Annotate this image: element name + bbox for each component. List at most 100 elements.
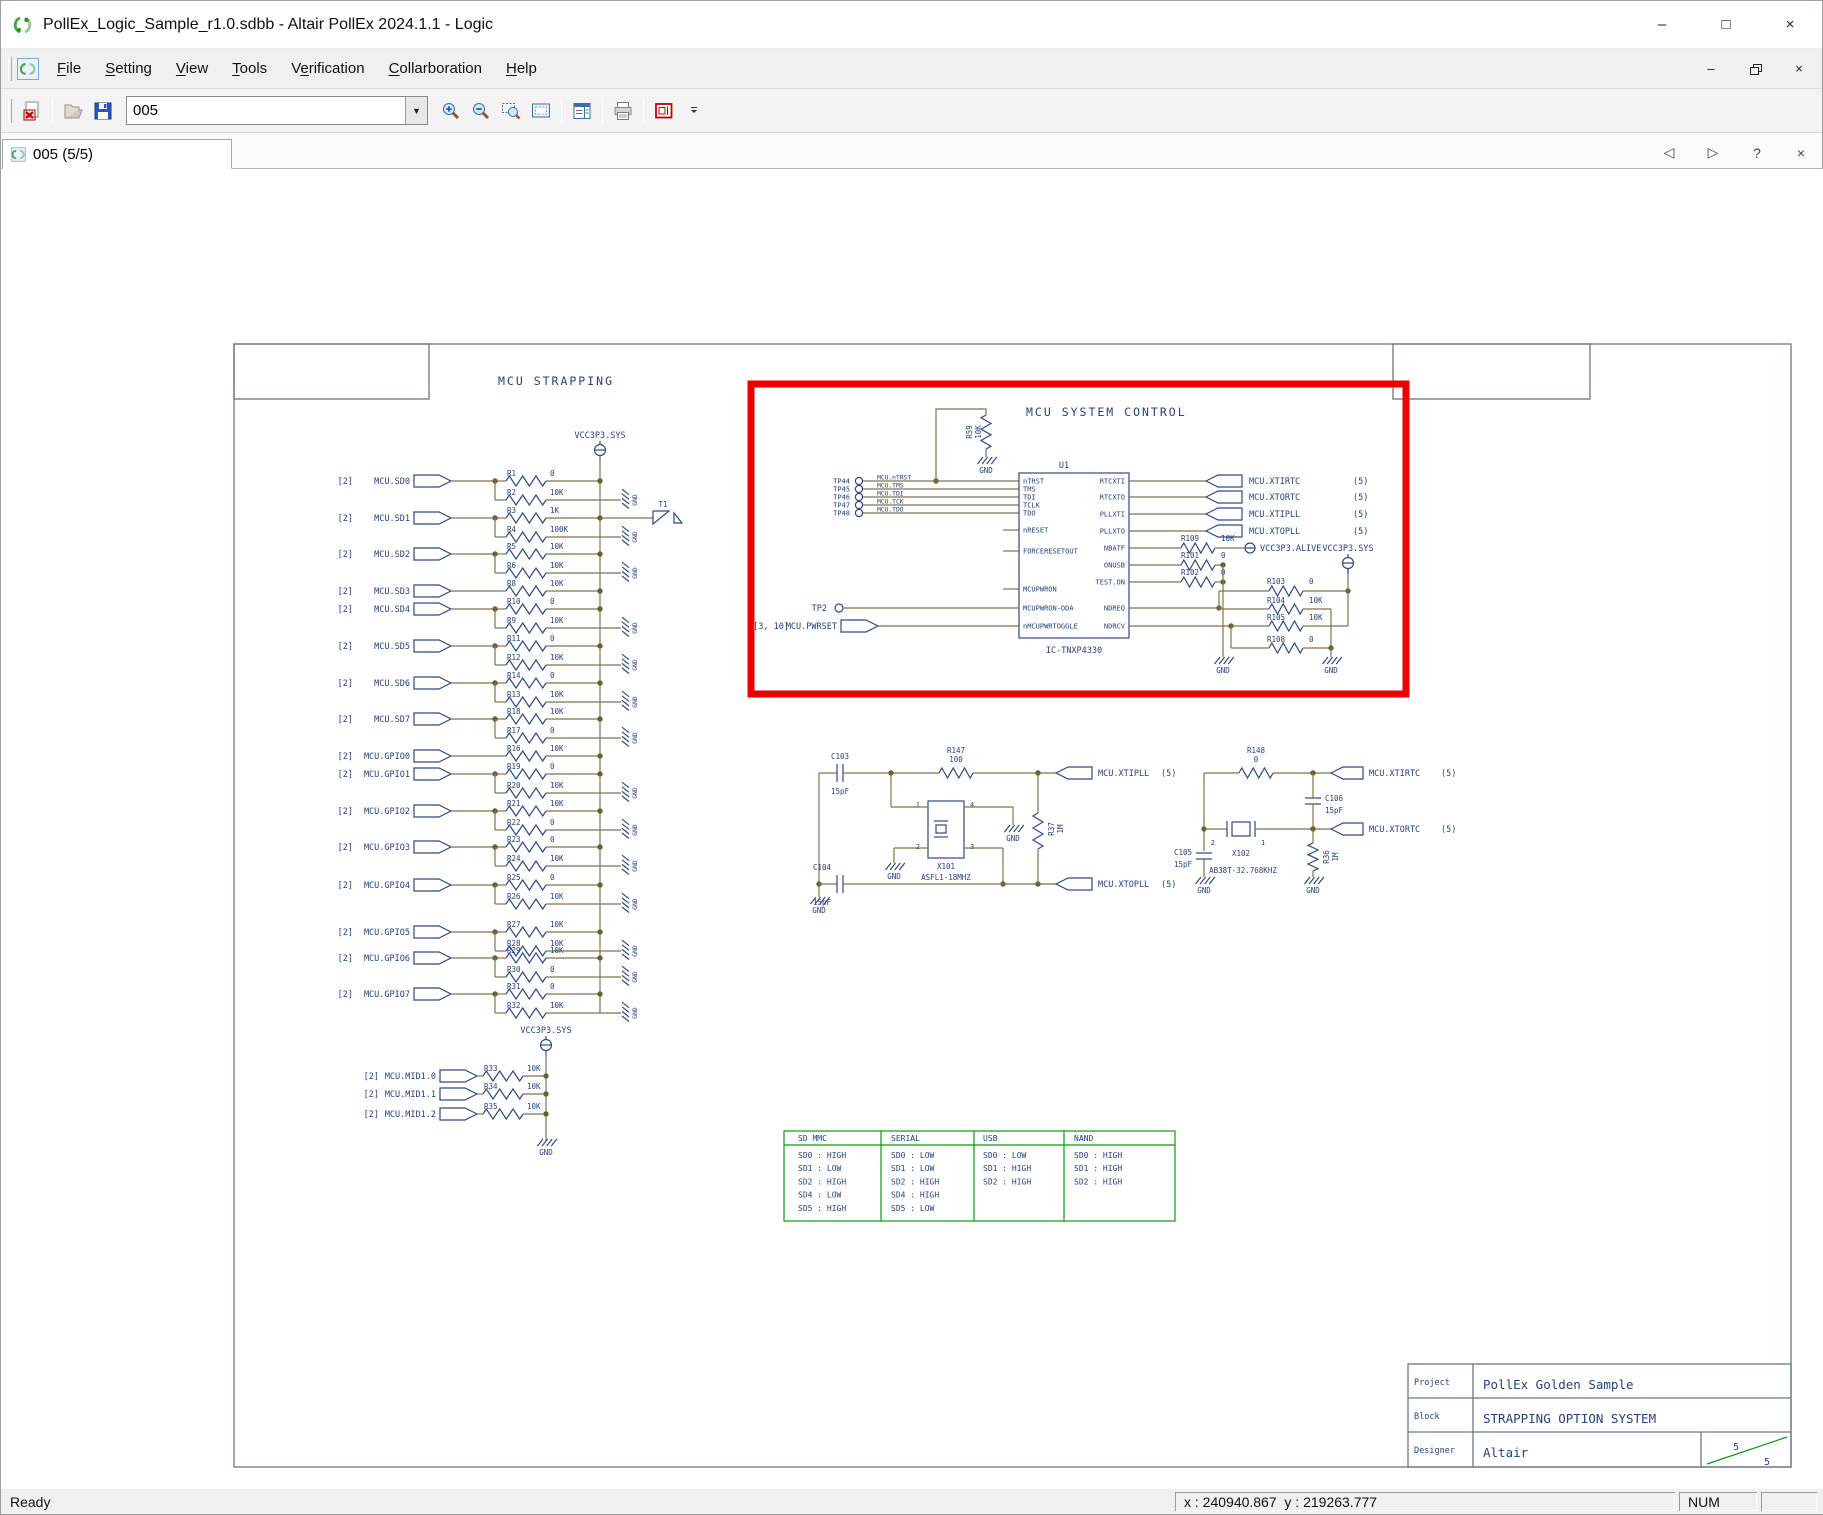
svg-text:R11: R11 — [507, 634, 521, 643]
svg-text:R24: R24 — [507, 854, 521, 863]
tab-controls: ◁ ▷? × — [1662, 144, 1808, 161]
zoom-window-button[interactable] — [496, 96, 526, 126]
help-button[interactable]: ? — [1750, 145, 1764, 161]
mdi-minimize-button[interactable]: – — [1702, 60, 1720, 78]
svg-text:[2]: [2] — [338, 679, 353, 689]
rtc-crystal-section: R1480MCU.XTIRTC(5)C10615pF21X102AB38T-32… — [1174, 746, 1456, 895]
close-view-button[interactable]: × — [1794, 145, 1808, 161]
svg-text:Designer: Designer — [1414, 1446, 1455, 1456]
svg-text:MCU.SD7: MCU.SD7 — [374, 715, 410, 725]
maximize-button[interactable]: □ — [1694, 1, 1758, 48]
svg-text:R31: R31 — [507, 982, 521, 991]
strapping-row: [2]MCU.GPIO0R1610K — [338, 744, 603, 762]
svg-text:1M: 1M — [1331, 852, 1340, 862]
menu-collarboration[interactable]: Collarboration — [377, 55, 494, 82]
menu-verification[interactable]: Verification — [279, 55, 376, 82]
menu-file[interactable]: File — [45, 55, 93, 82]
zoom-window-icon — [500, 100, 522, 122]
svg-text:GND: GND — [887, 872, 901, 881]
zoom-out-button[interactable] — [466, 96, 496, 126]
svg-text:X102: X102 — [1232, 849, 1250, 858]
design-navigator-button[interactable] — [567, 96, 597, 126]
svg-text:VCC3P3.SYS: VCC3P3.SYS — [574, 431, 625, 441]
svg-text:GND: GND — [632, 898, 639, 910]
svg-text:GND: GND — [1006, 834, 1020, 843]
svg-text:MCU.XTOPLL: MCU.XTOPLL — [1098, 880, 1149, 890]
minimize-button[interactable]: – — [1630, 1, 1694, 48]
svg-text:RTCXTI: RTCXTI — [1100, 477, 1125, 485]
strapping-row: [2]MCU.GPIO4R250GNDR2610K — [338, 873, 639, 913]
svg-text:SD2 : HIGH: SD2 : HIGH — [983, 1177, 1031, 1186]
print-icon — [612, 100, 634, 122]
page-selector[interactable]: ▼ — [126, 96, 428, 125]
svg-text:C104: C104 — [813, 863, 832, 872]
overflow-button[interactable] — [679, 96, 709, 126]
svg-text:0: 0 — [550, 873, 555, 882]
svg-text:0: 0 — [1309, 577, 1314, 586]
svg-text:(5): (5) — [1353, 477, 1368, 487]
svg-text:R16: R16 — [507, 744, 521, 753]
menu-setting[interactable]: Setting — [93, 55, 164, 82]
svg-text:GND: GND — [632, 860, 639, 872]
svg-text:MCU.GPIO2: MCU.GPIO2 — [364, 807, 410, 817]
mdi-restore-button[interactable] — [1746, 60, 1764, 78]
window-title: PollEx_Logic_Sample_r1.0.sdbb - Altair P… — [43, 16, 1630, 34]
svg-text:U1: U1 — [1059, 461, 1069, 471]
svg-text:R19: R19 — [507, 762, 521, 771]
chevron-down-icon[interactable]: ▼ — [405, 97, 427, 124]
svg-text:SD0 : HIGH: SD0 : HIGH — [798, 1151, 846, 1160]
svg-text:MCU.XTORTC: MCU.XTORTC — [1369, 825, 1420, 835]
svg-text:0: 0 — [550, 469, 555, 478]
svg-text:10K: 10K — [550, 616, 564, 625]
schematic-canvas[interactable]: MCU STRAPPINGVCC3P3.SYS[2]MCU.SD0R10GNDR… — [1, 169, 1823, 1491]
menu-help[interactable]: Help — [494, 55, 549, 82]
svg-text:[2]: [2] — [364, 1090, 379, 1100]
menu-view[interactable]: View — [164, 55, 220, 82]
svg-text:[2]: [2] — [338, 477, 353, 487]
zoom-in-button[interactable] — [436, 96, 466, 126]
page-select-input[interactable] — [127, 97, 405, 124]
toolbar: ▼ — [1, 89, 1822, 133]
print-button[interactable] — [608, 96, 638, 126]
svg-text:nMCUPWRTOGGLE: nMCUPWRTOGGLE — [1023, 622, 1078, 630]
svg-text:[2]: [2] — [338, 954, 353, 964]
svg-text:10K: 10K — [527, 1102, 541, 1111]
svg-text:IC-TNXP4330: IC-TNXP4330 — [1046, 646, 1102, 656]
svg-text:TP46: TP46 — [833, 494, 850, 502]
window-controls: –□× — [1630, 1, 1822, 48]
close-document-button[interactable] — [17, 96, 47, 126]
zoom-fit-button[interactable] — [526, 96, 556, 126]
tab-sheet-005[interactable]: 005 (5/5) — [2, 139, 232, 169]
svg-text:10K: 10K — [550, 781, 564, 790]
svg-text:SD4 : HIGH: SD4 : HIGH — [891, 1191, 939, 1200]
strapping-row: [2]MCU.SD1R31KGNDR4100K — [338, 506, 639, 546]
svg-text:R59: R59 — [965, 425, 974, 439]
next-page-button[interactable]: ▷ — [1706, 144, 1720, 161]
cursor-coordinates: x : 240940.867 y : 219263.777 — [1175, 1492, 1675, 1511]
svg-text:NDREQ: NDREQ — [1104, 604, 1125, 612]
svg-text:[2]: [2] — [338, 807, 353, 817]
tab-bar: 005 (5/5) ◁ ▷? × — [1, 133, 1822, 169]
svg-text:[2]: [2] — [338, 605, 353, 615]
close-button[interactable]: × — [1758, 1, 1822, 48]
svg-text:(5): (5) — [1353, 527, 1368, 537]
svg-text:MCU.GPIO4: MCU.GPIO4 — [364, 881, 410, 891]
capture-button[interactable] — [649, 96, 679, 126]
menu-tools[interactable]: Tools — [220, 55, 279, 82]
svg-text:GND: GND — [632, 824, 639, 836]
svg-text:nTRST: nTRST — [1023, 477, 1045, 485]
save-button[interactable] — [88, 96, 118, 126]
svg-text:MCUPWRON-ODA: MCUPWRON-ODA — [1023, 604, 1074, 612]
svg-text:MCU.SD6: MCU.SD6 — [374, 679, 410, 689]
svg-text:MCU.GPIO7: MCU.GPIO7 — [364, 990, 410, 1000]
schematic-viewport[interactable]: MCU STRAPPINGVCC3P3.SYS[2]MCU.SD0R10GNDR… — [1, 169, 1823, 1491]
svg-text:[2]: [2] — [338, 770, 353, 780]
prev-page-button[interactable]: ◁ — [1662, 144, 1676, 161]
svg-text:MCU.TDI: MCU.TDI — [877, 491, 904, 498]
svg-text:MCU.XTIRTC: MCU.XTIRTC — [1369, 769, 1420, 779]
svg-text:100K: 100K — [550, 525, 569, 534]
svg-text:R32: R32 — [507, 1001, 521, 1010]
svg-text:10K: 10K — [550, 579, 564, 588]
mdi-close-button[interactable]: × — [1790, 60, 1808, 78]
open-folder-button[interactable] — [58, 96, 88, 126]
